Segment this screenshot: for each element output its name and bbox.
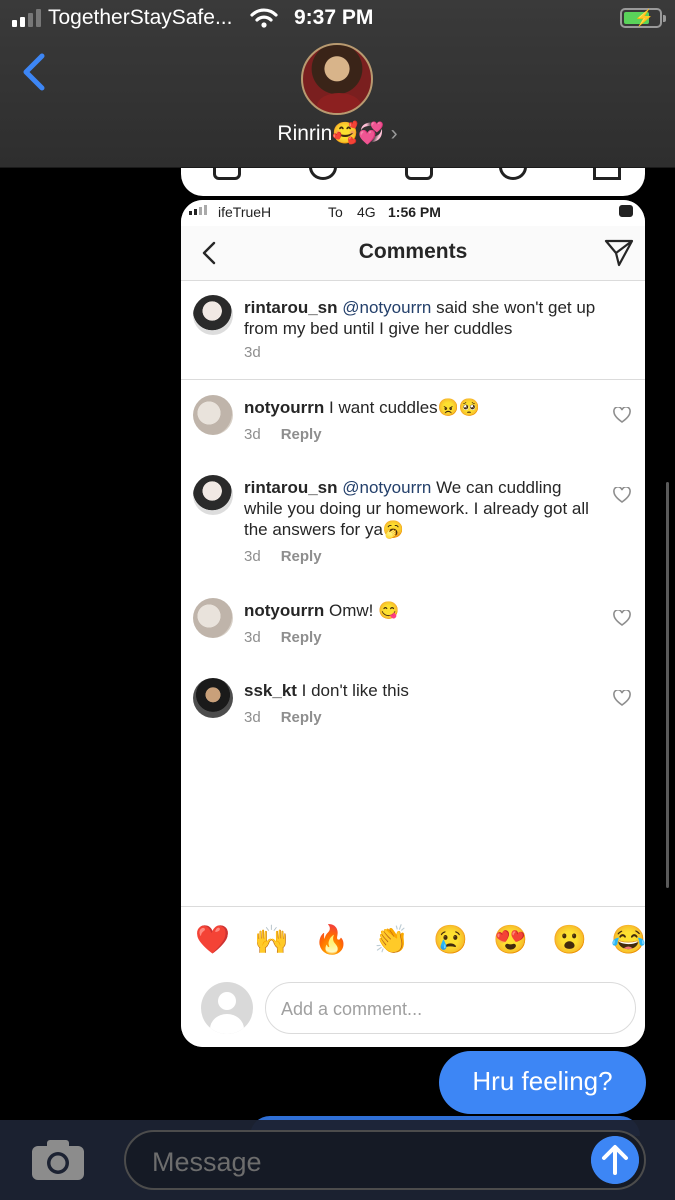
status-time: 9:37 PM	[294, 6, 374, 29]
back-chevron-icon[interactable]	[18, 52, 52, 92]
direct-send-icon	[604, 239, 634, 267]
comment-meta: 3d Reply	[244, 548, 322, 565]
avatar	[193, 678, 233, 718]
avatar	[193, 395, 233, 435]
heart-icon	[613, 487, 631, 503]
screenshot-battery-icon	[619, 205, 633, 217]
comment-body: I don't like this	[296, 681, 409, 700]
emoji-heart-eyes: 😍	[493, 924, 528, 955]
heart-icon	[613, 690, 631, 706]
avatar	[193, 475, 233, 515]
screenshot-carrier-extra: To	[328, 204, 343, 220]
previous-image-fragment[interactable]	[181, 168, 645, 196]
heart-icon	[613, 407, 631, 423]
message-input-bar: Message	[0, 1120, 675, 1200]
comment-meta: 3d Reply	[244, 426, 322, 443]
comment-username: notyourrn	[244, 601, 325, 620]
comment-time: 3d	[244, 548, 261, 565]
comment-body: Omw! 😋	[324, 601, 400, 620]
comment-username: notyourrn	[244, 398, 325, 417]
comment-text: ssk_kt I don't like this	[244, 680, 604, 701]
conversation-header: TogetherStaySafe... 9:37 PM ⚡ Rinrin🥰💞 ›	[0, 0, 675, 168]
comment-username: rintarou_sn	[244, 298, 338, 317]
emoji-clap: 👏	[374, 924, 409, 955]
caption-text: rintarou_sn @notyourrn said she won't ge…	[244, 297, 604, 339]
reply-link: Reply	[280, 629, 322, 646]
comment-meta: 3d	[244, 344, 261, 361]
comment-mention: @notyourrn	[342, 478, 432, 497]
caption-row: rintarou_sn @notyourrn said she won't ge…	[181, 281, 645, 380]
screenshot-signal-icon	[189, 205, 207, 215]
avatar	[193, 295, 233, 335]
avatar	[193, 598, 233, 638]
comment-mention: @notyourrn	[342, 298, 432, 317]
screenshot-time: 1:56 PM	[388, 204, 441, 220]
user-avatar-icon	[201, 982, 253, 1034]
emoji-open-mouth: 😮	[552, 924, 587, 955]
emoji-heart: ❤️	[195, 924, 230, 955]
chevron-right-icon: ›	[390, 122, 398, 145]
reply-link: Reply	[280, 426, 322, 443]
comment-username: rintarou_sn	[244, 478, 338, 497]
comment-time: 3d	[244, 709, 261, 726]
comment-body: I want cuddles😠🥺	[324, 398, 481, 417]
screenshot-carrier: ifeTrueH	[218, 204, 272, 220]
comment-username: ssk_kt	[244, 681, 297, 700]
emoji-laugh: 😂	[611, 924, 645, 955]
contact-avatar[interactable]	[301, 43, 373, 115]
comment-meta: 3d Reply	[244, 629, 322, 646]
carrier-name: TogetherStaySafe...	[48, 6, 233, 29]
comment-meta: 3d Reply	[244, 709, 322, 726]
comments-header: Comments	[181, 226, 645, 281]
heart-icon	[613, 610, 631, 626]
status-bar: TogetherStaySafe... 9:37 PM ⚡	[0, 0, 675, 38]
comment-text: rintarou_sn @notyourrn We can cuddling w…	[244, 477, 594, 540]
reply-link: Reply	[280, 709, 322, 726]
shared-screenshot-image[interactable]: ifeTrueH To 4G 1:56 PM Comments rintarou…	[181, 200, 645, 1047]
camera-icon[interactable]	[30, 1136, 86, 1184]
emoji-fire: 🔥	[314, 924, 349, 955]
comment-time: 3d	[244, 629, 261, 646]
quick-emoji-bar: ❤️ 🙌 🔥 👏 😢 😍 😮 😂	[181, 906, 645, 974]
contact-name-button[interactable]: Rinrin🥰💞 ›	[0, 122, 675, 146]
contact-name: Rinrin🥰💞	[277, 122, 385, 145]
comment-time: 3d	[244, 426, 261, 443]
comments-title: Comments	[358, 240, 468, 263]
wifi-icon	[250, 8, 278, 28]
reply-link: Reply	[280, 548, 322, 565]
emoji-cry: 😢	[433, 924, 468, 955]
sent-message-bubble[interactable]: Hru feeling?	[439, 1051, 646, 1114]
screenshot-status-bar: ifeTrueH To 4G 1:56 PM	[181, 200, 645, 226]
comment-text: notyourrn Omw! 😋	[244, 600, 604, 621]
comment-time: 3d	[244, 344, 261, 361]
message-input[interactable]: Message	[124, 1130, 646, 1190]
scrollbar[interactable]	[666, 482, 669, 888]
battery-icon: ⚡	[620, 8, 666, 28]
screenshot-network: 4G	[357, 204, 376, 220]
add-comment-input: Add a comment...	[265, 982, 636, 1034]
comment-text: notyourrn I want cuddles😠🥺	[244, 397, 604, 418]
add-comment-row: Add a comment...	[181, 974, 645, 1047]
cell-signal-icon	[12, 9, 41, 27]
send-arrow-icon[interactable]	[591, 1136, 639, 1184]
emoji-raised-hands: 🙌	[254, 924, 289, 955]
